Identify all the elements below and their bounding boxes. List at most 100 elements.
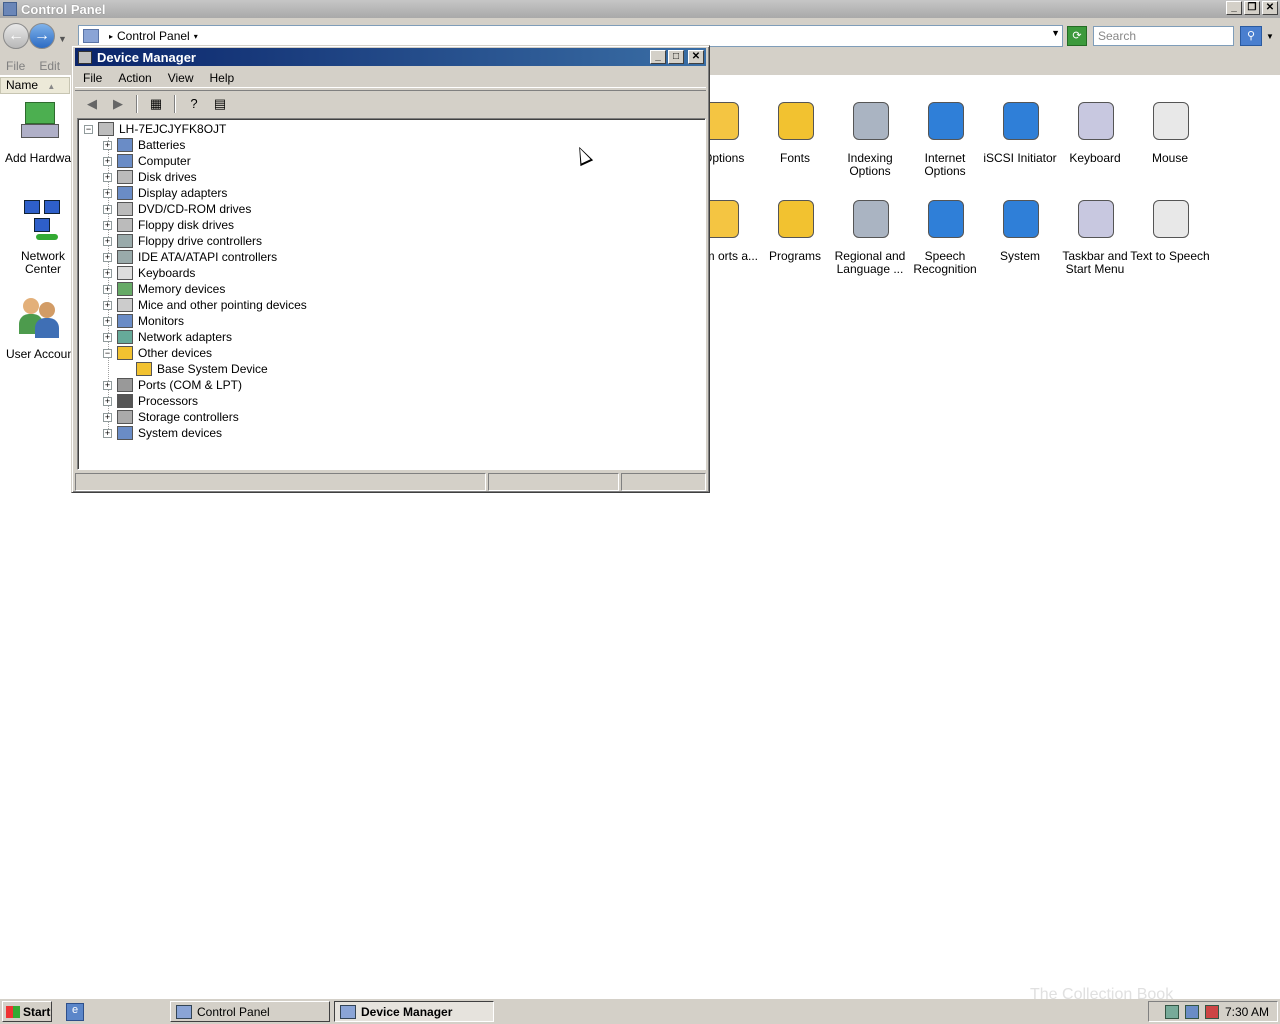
- menu-file[interactable]: File: [6, 59, 25, 73]
- breadcrumb-dropdown-icon[interactable]: ▾: [194, 32, 198, 41]
- tree-node[interactable]: + Mice and other pointing devices: [103, 297, 307, 313]
- column-header-name[interactable]: Name ▲: [0, 77, 70, 94]
- tree-node[interactable]: + DVD/CD-ROM drives: [103, 201, 251, 217]
- tree-node[interactable]: + Memory devices: [103, 281, 225, 297]
- cp-item-text-to-speech[interactable]: Text to Speech: [1130, 196, 1210, 263]
- cp-item-speech-recognition[interactable]: Speech Recognition: [905, 196, 985, 276]
- taskbar-item-device-manager[interactable]: Device Manager: [334, 1001, 494, 1022]
- expand-icon[interactable]: +: [103, 204, 112, 214]
- search-icon[interactable]: ⚲: [1240, 26, 1262, 46]
- dm-menu-action[interactable]: Action: [110, 71, 159, 85]
- tree-node[interactable]: + Storage controllers: [103, 409, 239, 425]
- expand-icon[interactable]: +: [103, 396, 112, 406]
- dm-maximize-button[interactable]: □: [668, 50, 684, 64]
- taskbar-item-control-panel[interactable]: Control Panel: [170, 1001, 330, 1022]
- tree-node[interactable]: + Floppy disk drives: [103, 217, 234, 233]
- dm-close-button[interactable]: ✕: [688, 50, 704, 64]
- cp-item-indexing-options[interactable]: Indexing Options: [830, 98, 910, 178]
- tree-node[interactable]: + System devices: [103, 425, 222, 441]
- refresh-button[interactable]: ⟳: [1067, 26, 1087, 46]
- collapse-icon[interactable]: −: [103, 348, 112, 358]
- forward-button[interactable]: →: [29, 23, 55, 49]
- cp-item-regional-language[interactable]: Regional and Language ...: [830, 196, 910, 276]
- dm-forward-icon[interactable]: ▶: [107, 94, 129, 114]
- column-name-label: Name: [6, 78, 39, 92]
- tree-node[interactable]: − Other devices: [103, 345, 212, 361]
- close-button[interactable]: ✕: [1262, 1, 1278, 15]
- quick-launch-ie-icon[interactable]: e: [66, 1003, 84, 1021]
- maximize-button[interactable]: ❐: [1244, 1, 1260, 15]
- back-button[interactable]: ←: [3, 23, 29, 49]
- security-tray-icon[interactable]: [1164, 1004, 1179, 1019]
- help-icon[interactable]: ?: [183, 94, 205, 114]
- device-manager-titlebar[interactable]: Device Manager _ □ ✕: [75, 48, 706, 66]
- breadcrumb-arrow-icon[interactable]: ▸: [109, 32, 113, 41]
- dm-back-icon[interactable]: ◀: [81, 94, 103, 114]
- search-options-dropdown-icon[interactable]: ▼: [1266, 32, 1274, 41]
- tree-node[interactable]: + Display adapters: [103, 185, 227, 201]
- tree-node[interactable]: + Disk drives: [103, 169, 197, 185]
- minimize-button[interactable]: _: [1226, 1, 1242, 15]
- expand-icon[interactable]: +: [103, 284, 112, 294]
- tree-node[interactable]: + Computer: [103, 153, 191, 169]
- address-bar[interactable]: ▸ Control Panel ▾ ▼: [78, 25, 1063, 47]
- cp-item-programs[interactable]: Programs: [755, 196, 835, 263]
- dm-menu-help[interactable]: Help: [202, 71, 243, 85]
- expand-icon[interactable]: +: [103, 188, 112, 198]
- tree-root-node[interactable]: − LH-7EJCJYFK8OJT: [84, 121, 226, 137]
- cp-item-iscsi-initiator[interactable]: iSCSI Initiator: [980, 98, 1060, 165]
- cp-item-mouse[interactable]: Mouse: [1130, 98, 1210, 165]
- expand-icon[interactable]: +: [103, 172, 112, 182]
- device-tree[interactable]: − LH-7EJCJYFK8OJT + Batteries + Computer + Di…: [77, 118, 706, 470]
- cp-item-taskbar-start-menu[interactable]: Taskbar and Start Menu: [1055, 196, 1135, 276]
- cp-item-fonts[interactable]: Fonts: [755, 98, 835, 165]
- expand-icon[interactable]: +: [103, 156, 112, 166]
- tree-child-node[interactable]: Base System Device: [136, 361, 268, 377]
- tree-node-label: Floppy disk drives: [138, 218, 235, 232]
- volume-muted-tray-icon[interactable]: [1204, 1004, 1219, 1019]
- collapse-icon[interactable]: −: [84, 124, 93, 134]
- taskbar-start-menu-icon: [1072, 196, 1118, 244]
- clock[interactable]: 7:30 AM: [1225, 1005, 1269, 1019]
- cp-item-keyboard[interactable]: Keyboard: [1055, 98, 1135, 165]
- tree-node[interactable]: + Ports (COM & LPT): [103, 377, 242, 393]
- expand-icon[interactable]: +: [103, 316, 112, 326]
- control-panel-titlebar[interactable]: Control Panel _ ❐ ✕: [0, 0, 1280, 18]
- tree-node[interactable]: + Monitors: [103, 313, 184, 329]
- expand-icon[interactable]: +: [103, 268, 112, 278]
- expand-icon[interactable]: +: [103, 220, 112, 230]
- expand-icon[interactable]: +: [103, 428, 112, 438]
- expand-icon[interactable]: +: [103, 300, 112, 310]
- expand-icon[interactable]: +: [103, 236, 112, 246]
- cp-item-add-hardware[interactable]: Add Hardwar: [0, 98, 80, 165]
- expand-icon[interactable]: +: [103, 412, 112, 422]
- expand-icon[interactable]: +: [103, 252, 112, 262]
- tree-node[interactable]: + Network adapters: [103, 329, 232, 345]
- tree-node[interactable]: + Keyboards: [103, 265, 195, 281]
- address-dropdown-icon[interactable]: ▼: [1051, 28, 1060, 38]
- show-hide-action-pane-icon[interactable]: ▤: [209, 94, 231, 114]
- dm-menu-view[interactable]: View: [160, 71, 202, 85]
- recent-pages-dropdown-icon[interactable]: ▼: [58, 34, 67, 44]
- tree-node[interactable]: + Processors: [103, 393, 198, 409]
- cp-item-label: Mouse: [1151, 151, 1189, 165]
- tree-node[interactable]: + IDE ATA/ATAPI controllers: [103, 249, 277, 265]
- breadcrumb-control-panel[interactable]: Control Panel: [117, 29, 190, 43]
- expand-icon[interactable]: +: [103, 332, 112, 342]
- user-accounts-icon: [17, 294, 63, 342]
- dm-menu-file[interactable]: File: [75, 71, 110, 85]
- network-tray-icon[interactable]: [1184, 1004, 1199, 1019]
- show-hide-console-tree-icon[interactable]: ▦: [145, 94, 167, 114]
- expand-icon[interactable]: +: [103, 380, 112, 390]
- cp-item-internet-options[interactable]: Internet Options: [905, 98, 985, 178]
- expand-icon[interactable]: +: [103, 140, 112, 150]
- tree-node[interactable]: + Batteries: [103, 137, 185, 153]
- start-button[interactable]: Start: [2, 1001, 52, 1022]
- search-input[interactable]: Search: [1093, 26, 1234, 46]
- cp-item-user-accounts[interactable]: User Accoun: [0, 294, 80, 361]
- menu-edit[interactable]: Edit: [39, 59, 60, 73]
- cp-item-label: Internet Options: [924, 151, 966, 178]
- tree-node[interactable]: + Floppy drive controllers: [103, 233, 262, 249]
- cp-item-system[interactable]: System: [980, 196, 1060, 263]
- dm-minimize-button[interactable]: _: [650, 50, 666, 64]
